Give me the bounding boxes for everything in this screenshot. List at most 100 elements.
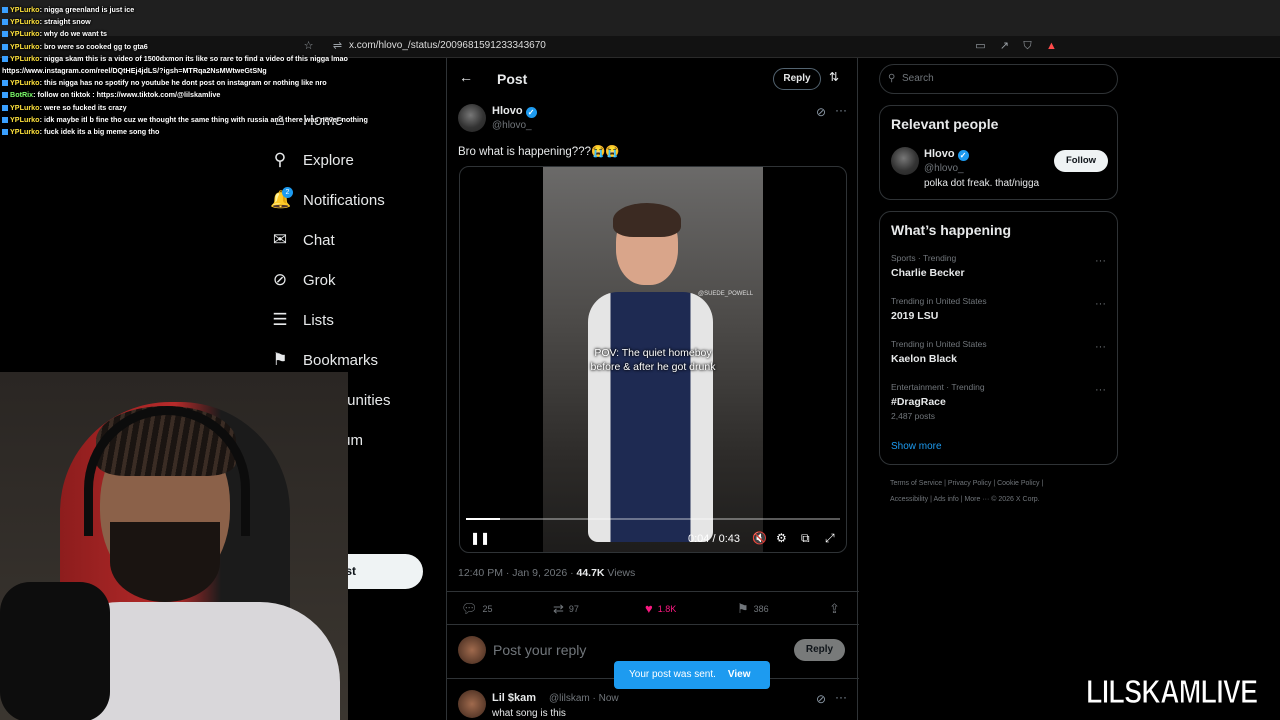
main-column: ← Post Reply ⇅ Hlovo ✓ @hlovo_ ⊘ ··· Bro … — [446, 58, 859, 720]
reply-author-avatar[interactable] — [458, 690, 486, 718]
share-action[interactable]: ⇪ — [829, 601, 840, 617]
back-arrow-icon[interactable]: ← — [459, 69, 473, 85]
share-icon[interactable]: ↗ — [998, 40, 1011, 53]
chat-badge-icon — [2, 128, 8, 135]
reply-top-button[interactable]: Reply — [773, 68, 821, 90]
chat-badge-icon — [2, 80, 8, 87]
pause-icon[interactable]: ❚❚ — [470, 531, 490, 545]
trend-more-icon[interactable]: ··· — [1095, 255, 1106, 267]
video-frame[interactable]: @SUEDE_POWELL POV: The quiet homeboy bef… — [543, 167, 763, 552]
fullscreen-icon[interactable]: ⤢ — [825, 531, 835, 546]
settings-gear-icon[interactable]: ⚙ — [776, 531, 787, 545]
reply-more-icon[interactable]: ··· — [835, 690, 847, 704]
nav-label: Bookmarks — [303, 351, 379, 369]
chat-text: : why do we want ts — [39, 29, 108, 39]
chat-badge-icon — [2, 116, 8, 123]
nav-item-notifications[interactable]: 🔔 Notifications 2 — [270, 185, 385, 215]
chat-username: YPLurko — [10, 53, 40, 63]
nav-item-chat[interactable]: ✉ Chat — [270, 225, 335, 255]
chat-text: : bro were so cooked gg to gta6 — [39, 41, 148, 51]
relevant-person-bio: polka dot freak. that/nigga — [924, 178, 1040, 189]
trend-post-count: 2,487 posts — [891, 411, 935, 421]
trend-name[interactable]: 2019 LSU — [891, 310, 938, 322]
tweet-timestamp[interactable]: 12:40 PM · Jan 9, 2026 · — [458, 567, 576, 579]
chat-message: YPLurko: nigga greenland is just ice — [2, 4, 422, 16]
sliders-icon[interactable]: ⇅ — [829, 70, 839, 84]
relevant-person-name-wrap[interactable]: Hlovo ✓ — [924, 148, 969, 161]
author-handle[interactable]: @hlovo_ — [492, 120, 532, 131]
tweet-actions: 💬︎ 25 ⇄ 97 ♥ 1.8K ⚑ 386 ⇪ — [461, 601, 846, 617]
reply-author-name[interactable]: Lil $kam — [492, 692, 536, 704]
toast-view-link[interactable]: View — [728, 669, 751, 680]
video-person — [588, 203, 713, 547]
footer-links-2[interactable]: Accessibility | Ads info | More ··· © 20… — [890, 496, 1040, 503]
bookmark-action[interactable]: ⚑ 386 — [737, 601, 769, 617]
chat-text: : this nigga has no spotify no youtube h… — [39, 78, 327, 88]
pip-icon[interactable]: ⧉ — [801, 531, 810, 546]
relevant-person-avatar[interactable] — [891, 147, 919, 175]
chat-badge-icon — [2, 55, 8, 62]
video-player[interactable]: @SUEDE_POWELL POV: The quiet homeboy bef… — [459, 166, 847, 553]
chat-badge-icon — [2, 19, 8, 26]
reply-preview-text: what song is this — [492, 708, 566, 719]
trend-more-icon[interactable]: ··· — [1095, 298, 1106, 310]
reply-action[interactable]: 💬︎ 25 — [461, 601, 493, 617]
extension-icon[interactable]: ▲ — [1045, 40, 1058, 53]
chat-message: YPLurko: this nigga has no spotify no yo… — [2, 77, 422, 89]
relevant-person-name[interactable]: Hlovo — [924, 148, 955, 160]
chat-text: : nigga skam this is a video of 1500dxmo… — [39, 53, 348, 63]
mute-icon[interactable]: 🔇 — [752, 531, 767, 545]
reply-button[interactable]: Reply — [794, 639, 845, 661]
author-avatar[interactable] — [458, 104, 486, 132]
chat-username: YPLurko — [10, 114, 40, 124]
shield-icon[interactable]: ⛉ — [1021, 40, 1034, 53]
list-icon: ☰ — [272, 310, 288, 329]
repost-action[interactable]: ⇄ 97 — [553, 601, 579, 617]
search-input[interactable]: ⚲ Search — [879, 64, 1118, 94]
search-icon: ⚲ — [888, 73, 896, 84]
video-time: 0:04 / 0:43 — [688, 533, 740, 545]
relevant-person-handle[interactable]: @hlovo_ — [924, 163, 964, 174]
nav-item-explore[interactable]: ⚲ Explore — [270, 145, 354, 175]
my-avatar[interactable] — [458, 636, 486, 664]
search-placeholder: Search — [902, 73, 934, 84]
chat-badge-icon — [2, 43, 8, 50]
show-more-link[interactable]: Show more — [891, 441, 942, 452]
reply-author-handle[interactable]: @lilskam · Now — [549, 693, 619, 704]
chat-message: BotRix: follow on tiktok : https://www.t… — [2, 89, 422, 101]
chat-username: YPLurko — [10, 78, 40, 88]
trend-name[interactable]: Kaelon Black — [891, 353, 957, 365]
cast-icon[interactable]: ▭ — [974, 40, 987, 53]
author-name-wrap[interactable]: Hlovo ✓ — [492, 105, 537, 118]
follow-button[interactable]: Follow — [1054, 150, 1108, 172]
video-progress-fill — [466, 518, 500, 520]
nav-item-bookmarks[interactable]: ⚑ Bookmarks — [270, 345, 378, 375]
footer-links-1[interactable]: Terms of Service | Privacy Policy | Cook… — [890, 480, 1043, 487]
repost-icon: ⇄ — [553, 601, 564, 616]
streamer-webcam — [0, 372, 348, 720]
whats-happening-panel: What’s happening Sports · Trending Charli… — [879, 211, 1118, 465]
nav-label: Explore — [303, 151, 354, 169]
more-options-icon[interactable]: ··· — [835, 103, 847, 117]
mail-icon: ✉ — [272, 230, 288, 249]
reply-grok-icon[interactable]: ⊘ — [816, 692, 826, 706]
grok-icon[interactable]: ⊘ — [816, 105, 826, 119]
video-progress-bar[interactable] — [466, 518, 840, 520]
trend-name[interactable]: #DragRace — [891, 396, 946, 408]
trend-name[interactable]: Charlie Becker — [891, 267, 965, 279]
chat-message: YPLurko: bro were so cooked gg to gta6 — [2, 41, 422, 53]
trend-more-icon[interactable]: ··· — [1095, 384, 1106, 396]
nav-item-lists[interactable]: ☰ Lists — [270, 305, 333, 335]
author-name[interactable]: Hlovo — [492, 105, 523, 117]
reply-input[interactable]: Post your reply — [493, 642, 586, 658]
chat-badge-icon — [2, 92, 8, 99]
notification-badge: 2 — [282, 187, 293, 198]
chat-badge-icon — [2, 104, 8, 111]
toast-text: Your post was sent. — [629, 669, 716, 680]
like-action[interactable]: ♥ 1.8K — [645, 601, 676, 616]
bookmark-icon: ⚑ — [272, 350, 288, 369]
trend-more-icon[interactable]: ··· — [1095, 341, 1106, 353]
chat-message: YPLurko: straight snow — [2, 16, 422, 28]
nav-item-grok[interactable]: ⊘ Grok — [270, 265, 336, 295]
chat-message: YPLurko: fuck idek its a big meme song t… — [2, 126, 422, 138]
